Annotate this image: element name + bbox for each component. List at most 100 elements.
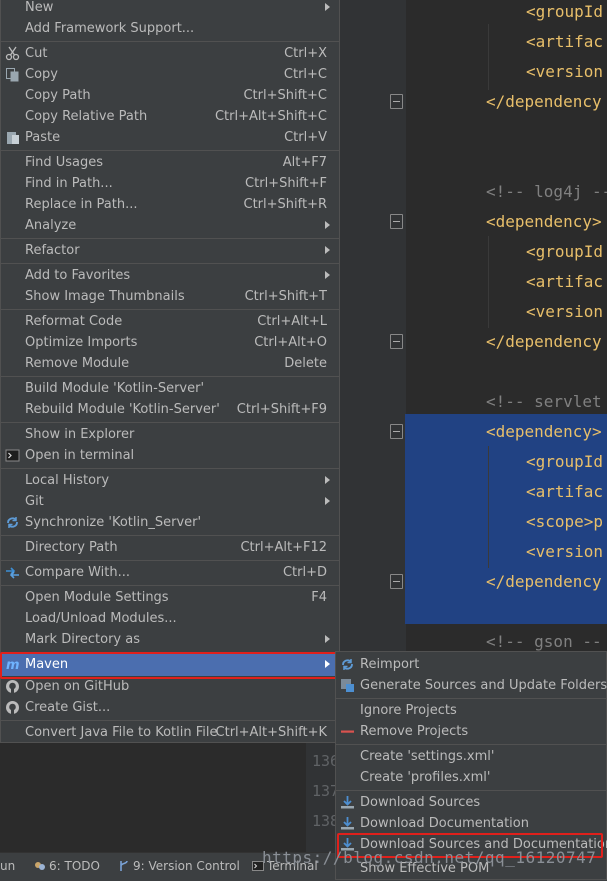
code-line[interactable]: <version <box>526 537 603 567</box>
menu-item-download-sources[interactable]: Download Sources <box>336 792 606 813</box>
fold-icon[interactable] <box>390 334 403 349</box>
menu-item-generate-sources[interactable]: Generate Sources and Update Folders <box>336 675 607 696</box>
run-tab[interactable]: un <box>0 859 15 873</box>
code-line[interactable]: <groupId <box>526 237 603 267</box>
shortcut-label: Ctrl+Alt+Shift+C <box>214 109 327 124</box>
fold-icon[interactable] <box>390 574 403 589</box>
fold-icon[interactable] <box>390 214 403 229</box>
code-line[interactable]: <version <box>526 297 603 327</box>
code-line[interactable]: <dependency> <box>486 417 602 447</box>
indent-guide <box>488 24 489 90</box>
menu-item-refactor[interactable]: Refactor <box>1 240 339 261</box>
code-comment[interactable]: <!-- servlet <box>486 387 602 417</box>
menu-item-directory-path[interactable]: Directory Path Ctrl+Alt+F12 <box>1 537 339 558</box>
menu-item-local-history[interactable]: Local History <box>1 470 339 491</box>
menu-item-show-image-thumbnails[interactable]: Show Image Thumbnails Ctrl+Shift+T <box>1 286 339 307</box>
menu-item-create-settings-xml[interactable]: Create 'settings.xml' <box>336 746 606 767</box>
menu-separator <box>1 238 339 239</box>
menu-item-compare-with[interactable]: Compare With... Ctrl+D <box>1 562 339 583</box>
indent-guide <box>488 446 489 568</box>
shortcut-label: Ctrl+Shift+R <box>243 197 328 212</box>
shortcut-label: F4 <box>311 590 327 605</box>
menu-item-label: Analyze <box>25 218 77 233</box>
menu-separator <box>1 150 339 151</box>
menu-item-label: Ignore Projects <box>360 703 457 718</box>
menu-item-label: Build Module 'Kotlin-Server' <box>25 381 205 396</box>
menu-item-add-framework-support[interactable]: Add Framework Support... <box>1 18 339 39</box>
vcs-branch-icon <box>120 860 128 871</box>
menu-item-label: Synchronize 'Kotlin_Server' <box>25 515 202 530</box>
code-comment[interactable]: <!-- log4j -- <box>486 177 607 207</box>
menu-item-label: Find in Path... <box>25 176 113 191</box>
todo-icon <box>35 862 45 870</box>
menu-item-add-to-favorites[interactable]: Add to Favorites <box>1 265 339 286</box>
menu-item-paste[interactable]: Paste Ctrl+V <box>1 127 339 148</box>
menu-item-copy[interactable]: Copy Ctrl+C <box>1 64 339 85</box>
remove-icon <box>341 730 354 733</box>
shortcut-label: Ctrl+C <box>283 67 327 82</box>
code-line[interactable]: <artifac <box>526 477 603 507</box>
menu-item-label: Rebuild Module 'Kotlin-Server' <box>25 402 220 417</box>
menu-item-optimize-imports[interactable]: Optimize Imports Ctrl+Alt+O <box>1 332 339 353</box>
menu-item-copy-relative-path[interactable]: Copy Relative Path Ctrl+Alt+Shift+C <box>1 106 339 127</box>
shortcut-label: Ctrl+Shift+T <box>244 289 327 304</box>
menu-item-remove-module[interactable]: Remove Module Delete <box>1 353 339 374</box>
scissors-icon <box>5 46 20 61</box>
menu-item-new[interactable]: New <box>1 0 339 18</box>
menu-item-ignore-projects[interactable]: Ignore Projects <box>336 700 606 721</box>
menu-item-build-module[interactable]: Build Module 'Kotlin-Server' <box>1 378 339 399</box>
fold-icon[interactable] <box>390 94 403 109</box>
menu-item-synchronize[interactable]: Synchronize 'Kotlin_Server' <box>1 512 339 533</box>
todo-tab[interactable]: 6: TODO <box>34 859 100 873</box>
fold-icon[interactable] <box>390 424 403 439</box>
menu-item-copy-path[interactable]: Copy Path Ctrl+Shift+C <box>1 85 339 106</box>
menu-item-analyze[interactable]: Analyze <box>1 215 339 236</box>
menu-item-create-gist[interactable]: Create Gist... <box>1 697 339 718</box>
menu-item-label: Create 'profiles.xml' <box>360 770 491 785</box>
menu-item-open-module-settings[interactable]: Open Module Settings F4 <box>1 587 339 608</box>
submenu-arrow-icon <box>325 635 330 643</box>
menu-item-rebuild-module[interactable]: Rebuild Module 'Kotlin-Server' Ctrl+Shift… <box>1 399 339 420</box>
menu-item-find-usages[interactable]: Find Usages Alt+F7 <box>1 152 339 173</box>
menu-item-open-in-terminal[interactable]: Open in terminal <box>1 445 339 466</box>
menu-item-find-in-path[interactable]: Find in Path... Ctrl+Shift+F <box>1 173 339 194</box>
menu-item-mark-directory-as[interactable]: Mark Directory as <box>1 629 339 650</box>
menu-separator <box>1 263 339 264</box>
code-line[interactable]: <groupId <box>526 0 603 27</box>
menu-item-label: Copy Relative Path <box>25 109 148 124</box>
menu-separator <box>1 309 339 310</box>
menu-item-remove-projects[interactable]: Remove Projects <box>336 721 606 742</box>
menu-item-label: Reimport <box>360 657 420 672</box>
menu-item-open-on-github[interactable]: Open on GitHub <box>1 676 339 697</box>
code-line[interactable]: <version <box>526 57 603 87</box>
code-line[interactable]: </dependency <box>486 327 602 357</box>
menu-item-load-unload-modules[interactable]: Load/Unload Modules... <box>1 608 339 629</box>
project-context-menu: New Add Framework Support... Cut Ctrl+X C… <box>0 0 340 743</box>
code-line[interactable]: </dependency <box>486 87 602 117</box>
menu-item-label: Reformat Code <box>25 314 123 329</box>
version-control-tab[interactable]: 9: Version Control <box>118 859 240 873</box>
code-line[interactable]: <groupId <box>526 447 603 477</box>
menu-item-reimport[interactable]: Reimport <box>336 654 606 675</box>
menu-item-create-profiles-xml[interactable]: Create 'profiles.xml' <box>336 767 606 788</box>
code-line[interactable]: <artifac <box>526 27 603 57</box>
menu-item-label: Remove Module <box>25 356 130 371</box>
code-line[interactable]: </dependency <box>486 567 602 597</box>
menu-item-download-documentation[interactable]: Download Documentation <box>336 813 606 834</box>
menu-item-reformat-code[interactable]: Reformat Code Ctrl+Alt+L <box>1 311 339 332</box>
code-line[interactable]: <scope>p <box>526 507 603 537</box>
reimport-icon <box>342 659 353 670</box>
menu-item-convert-java-to-kotlin[interactable]: Convert Java File to Kotlin File Ctrl+Alt… <box>1 722 339 743</box>
code-line[interactable]: <dependency> <box>486 207 602 237</box>
menu-separator <box>1 535 339 536</box>
code-line[interactable]: <artifac <box>526 267 603 297</box>
menu-separator <box>1 41 339 42</box>
menu-item-show-in-explorer[interactable]: Show in Explorer <box>1 424 339 445</box>
menu-item-label: Git <box>25 494 44 509</box>
menu-item-label: Cut <box>25 46 48 61</box>
menu-item-label: Mark Directory as <box>25 632 140 647</box>
menu-item-cut[interactable]: Cut Ctrl+X <box>1 43 339 64</box>
menu-item-replace-in-path[interactable]: Replace in Path... Ctrl+Shift+R <box>1 194 339 215</box>
download-icon <box>341 817 354 830</box>
menu-item-git[interactable]: Git <box>1 491 339 512</box>
